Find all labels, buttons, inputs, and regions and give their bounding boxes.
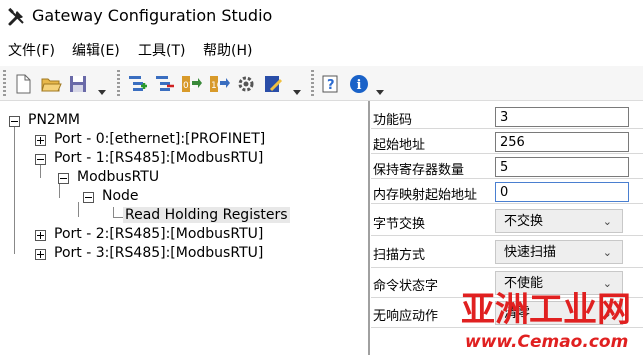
tree-item-node[interactable]: Node [102, 188, 139, 204]
tree-connector [59, 183, 60, 198]
menu-tools[interactable]: 工具(T) [138, 40, 185, 60]
tree-connector [40, 163, 41, 178]
menu-help[interactable]: 帮助(H) [203, 40, 252, 60]
select-value: 快速扫描 [504, 245, 557, 260]
svg-text:?: ? [327, 78, 335, 93]
function-code-field[interactable]: 3 [495, 107, 629, 127]
tree-item-port1[interactable]: Port - 1:[RS485]:[ModbusRTU] [54, 150, 263, 166]
select-value: 不交换 [504, 214, 544, 229]
expand-toggle[interactable] [35, 249, 46, 260]
tree-item-port2[interactable]: Port - 2:[RS485]:[ModbusRTU] [54, 226, 263, 242]
svg-text:i: i [357, 78, 362, 93]
chevron-down-icon[interactable] [98, 88, 106, 96]
chevron-down-icon: ⌄ [602, 277, 612, 290]
chevron-down-icon[interactable] [293, 88, 301, 96]
collapse-toggle[interactable] [58, 173, 69, 184]
collapse-toggle[interactable] [9, 116, 20, 127]
tree-item-port0[interactable]: Port - 0:[ethernet]:[PROFINET] [54, 131, 265, 147]
menu-edit[interactable]: 编辑(E) [72, 40, 120, 60]
property-label: 扫描方式 [373, 248, 426, 263]
property-row: 无响应动作 清零 ⌄ [371, 299, 643, 328]
toolbar-grip[interactable] [117, 70, 120, 96]
chevron-down-icon: ⌄ [602, 246, 612, 259]
tree-item-root[interactable]: PN2MM [28, 112, 80, 128]
toolbar-grip[interactable] [311, 70, 314, 96]
select-value: 清零 [504, 306, 531, 321]
collapse-toggle[interactable] [83, 192, 94, 203]
tree-connector [113, 217, 123, 218]
tree-item-port3[interactable]: Port - 3:[RS485]:[ModbusRTU] [54, 245, 263, 261]
toolbar: 01 10 ? i [0, 66, 643, 101]
property-row: 扫描方式 快速扫描 ⌄ [371, 237, 643, 268]
property-label: 字节交换 [373, 217, 426, 232]
property-label: 内存映射起始地址 [373, 188, 478, 203]
property-row: 起始地址 256 [371, 131, 643, 154]
property-row: 字节交换 不交换 ⌄ [371, 207, 643, 236]
property-label: 起始地址 [373, 138, 426, 153]
export-icon[interactable]: 10 [208, 73, 230, 95]
title-bar: Gateway Configuration Studio [0, 0, 643, 34]
property-row: 命令状态字 不使能 ⌄ [371, 269, 643, 298]
new-document-icon[interactable] [12, 73, 34, 95]
property-row: 功能码 3 [371, 106, 643, 129]
expand-toggle[interactable] [35, 135, 46, 146]
chevron-down-icon[interactable] [376, 88, 384, 96]
select-value: 不使能 [504, 276, 544, 291]
property-row: 保持寄存器数量 5 [371, 156, 643, 179]
help-icon[interactable]: ? [320, 73, 342, 95]
scan-mode-select[interactable]: 快速扫描 ⌄ [495, 240, 623, 264]
device-tree[interactable]: PN2MM Port - 0:[ethernet]:[PROFINET] Por… [0, 101, 368, 355]
command-status-word-select[interactable]: 不使能 ⌄ [495, 271, 623, 295]
save-icon[interactable] [67, 73, 89, 95]
info-icon[interactable]: i [348, 73, 370, 95]
tree-item-read-holding-registers[interactable]: Read Holding Registers [123, 207, 290, 223]
property-label: 无响应动作 [373, 309, 439, 324]
tools-icon [8, 7, 24, 26]
menu-file[interactable]: 文件(F) [8, 40, 55, 60]
import-icon[interactable]: 01 [180, 73, 202, 95]
chevron-down-icon: ⌄ [602, 215, 612, 228]
pane-splitter[interactable] [368, 101, 370, 355]
edit-note-icon[interactable] [262, 73, 284, 95]
expand-toggle[interactable] [35, 230, 46, 241]
property-label: 命令状态字 [373, 279, 439, 294]
tree-connector [78, 202, 79, 217]
property-label: 保持寄存器数量 [373, 163, 465, 178]
settings-gear-icon[interactable] [235, 73, 257, 95]
toolbar-grip[interactable] [3, 70, 6, 96]
memory-start-address-field[interactable]: 0 [495, 182, 629, 202]
property-row: 内存映射起始地址 0 [371, 181, 643, 204]
collapse-toggle[interactable] [35, 154, 46, 165]
remove-node-icon[interactable] [153, 73, 175, 95]
tree-item-modbusrtu[interactable]: ModbusRTU [77, 169, 159, 185]
register-count-field[interactable]: 5 [495, 157, 629, 177]
tree-connector [14, 125, 15, 254]
window-title: Gateway Configuration Studio [32, 6, 273, 25]
menu-bar: 文件(F) 编辑(E) 工具(T) 帮助(H) [0, 36, 643, 64]
open-folder-icon[interactable] [40, 73, 62, 95]
chevron-down-icon: ⌄ [602, 307, 612, 320]
start-address-field[interactable]: 256 [495, 132, 629, 152]
property-grid: 功能码 3 起始地址 256 保持寄存器数量 5 内存映射起始地址 0 字节交换… [371, 101, 643, 355]
byte-swap-select[interactable]: 不交换 ⌄ [495, 209, 623, 233]
no-response-action-select[interactable]: 清零 ⌄ [495, 301, 623, 325]
add-node-icon[interactable] [126, 73, 148, 95]
property-label: 功能码 [373, 113, 413, 128]
tree-connector [113, 207, 114, 217]
